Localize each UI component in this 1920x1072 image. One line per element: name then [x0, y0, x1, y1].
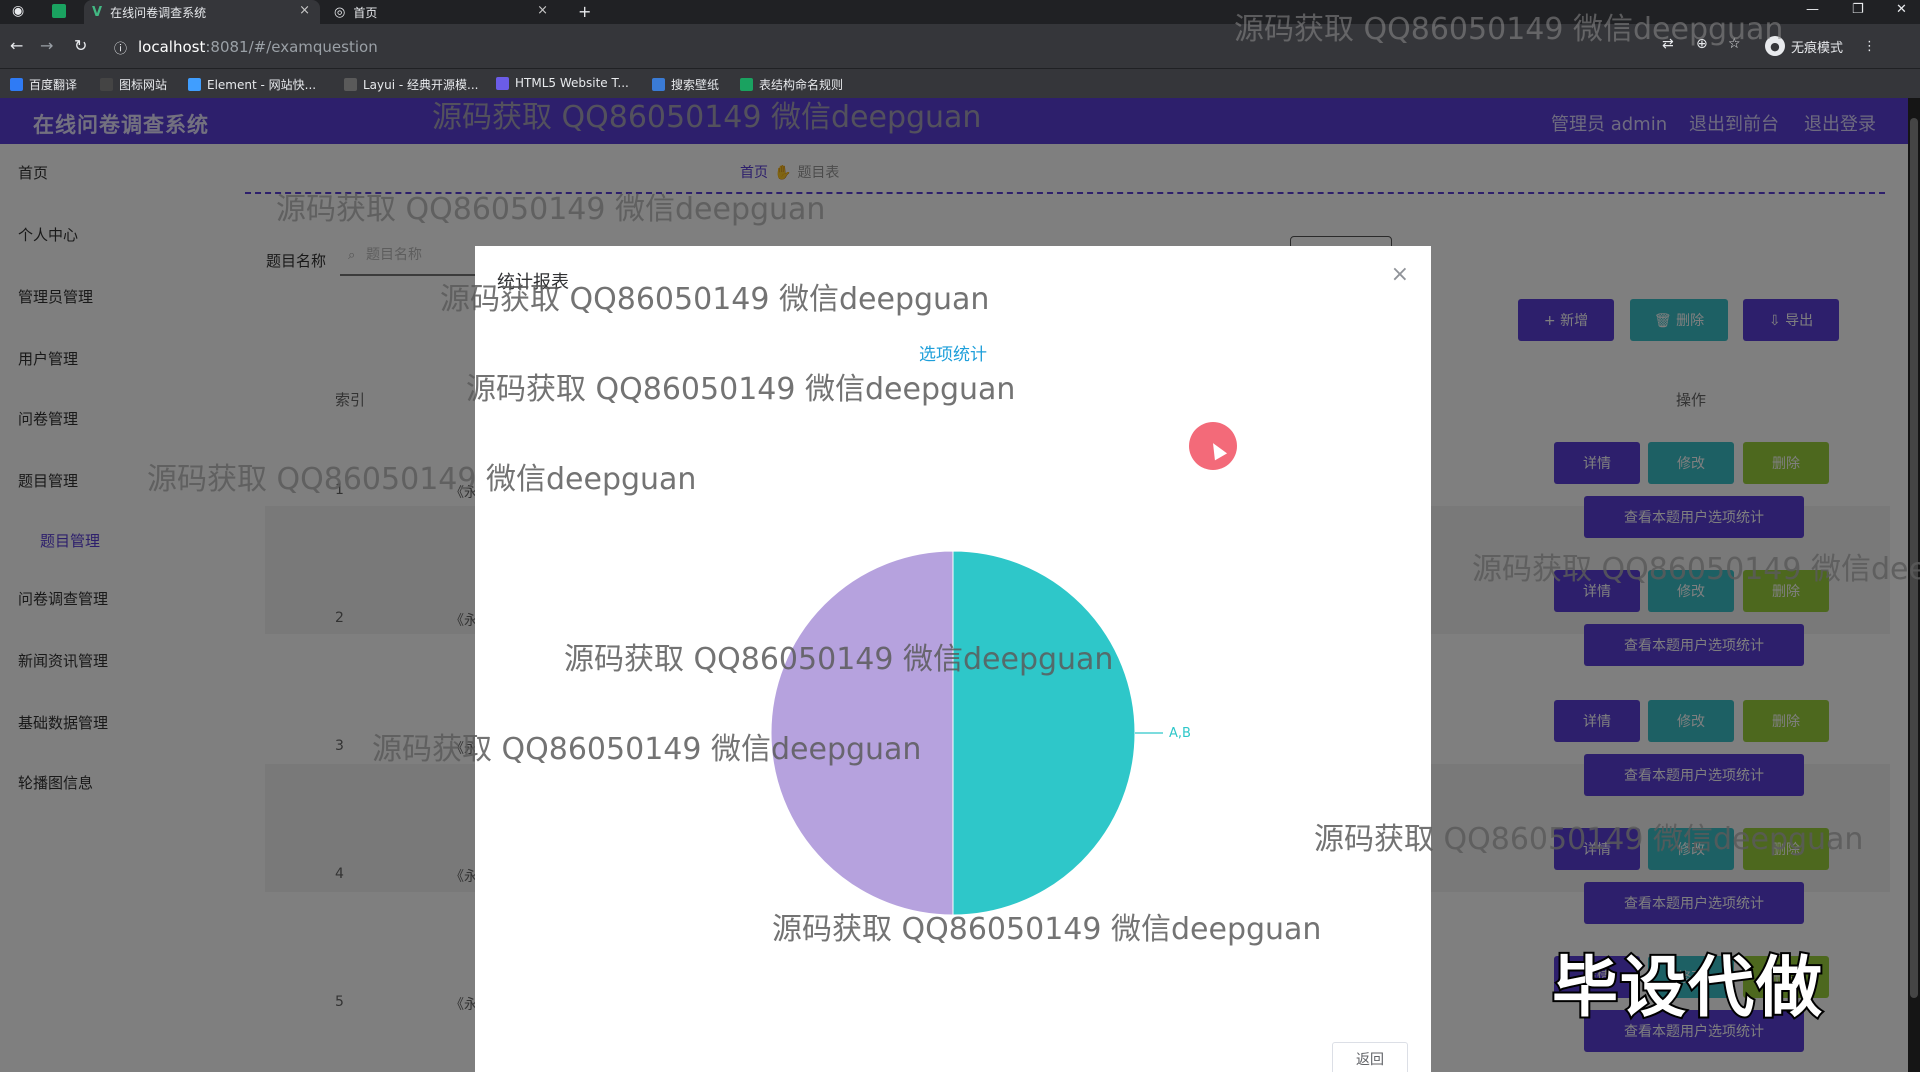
- minimize-icon[interactable]: —: [1806, 2, 1819, 17]
- pinned-tab-icon[interactable]: [52, 4, 66, 18]
- watermark-text: 源码获取 QQ86050149 微信deepguan: [1234, 12, 1784, 47]
- pie-slice-label: A,B: [1169, 726, 1191, 741]
- bookmark-icon: [188, 78, 201, 91]
- bookmark-icon: [344, 78, 357, 91]
- url-field[interactable]: localhost:8081/#/examquestion: [138, 38, 378, 56]
- watermark-text: 源码获取 QQ86050149 微信deepguan: [1472, 552, 1920, 587]
- bookmark-icon: [10, 78, 23, 91]
- url-host: localhost: [138, 38, 206, 56]
- bookmark-item[interactable]: Layui - 经典开源模...: [344, 76, 478, 93]
- vue-icon: V: [92, 4, 103, 20]
- bookmark-item[interactable]: 表结构命名规则: [740, 76, 843, 93]
- tab-home[interactable]: ◎ 首页 ×: [326, 0, 558, 24]
- back-button[interactable]: 返回: [1332, 1042, 1408, 1072]
- promo-banner-text: 毕设代做: [1550, 947, 1824, 1028]
- tab-close-icon[interactable]: ×: [299, 3, 310, 18]
- bookmark-icon: [740, 78, 753, 91]
- incognito-label: 无痕模式: [1790, 40, 1843, 56]
- bookmark-item[interactable]: 搜索壁纸: [652, 76, 719, 93]
- watermark-text: 源码获取 QQ86050149 微信deepguan: [1314, 822, 1864, 857]
- close-window-icon[interactable]: ✕: [1896, 2, 1907, 17]
- url-path: :8081/#/examquestion: [205, 38, 378, 56]
- bookmark-icon: [652, 78, 665, 91]
- watermark-text: 源码获取 QQ86050149 微信deepguan: [432, 100, 982, 135]
- back-icon[interactable]: ←: [10, 36, 23, 55]
- bookmark-label: Layui - 经典开源模...: [363, 78, 479, 92]
- globe-icon: ◎: [334, 4, 346, 20]
- watermark-text: 源码获取 QQ86050149 微信deepguan: [440, 282, 990, 317]
- watermark-text: 源码获取 QQ86050149 微信deepguan: [147, 462, 697, 497]
- watermark-text: 源码获取 QQ86050149 微信deepguan: [564, 642, 1114, 677]
- pie-slice[interactable]: [952, 550, 1136, 916]
- bookmark-label: 百度翻译: [29, 78, 78, 92]
- tab-title: 在线问卷调查系统: [110, 5, 207, 20]
- bookmark-icon: [496, 76, 509, 90]
- tab-title: 首页: [353, 5, 378, 20]
- menu-dots-icon[interactable]: ⋮: [1863, 39, 1876, 54]
- site-info-icon[interactable]: ⓘ: [114, 38, 127, 57]
- watermark-text: 源码获取 QQ86050149 微信deepguan: [772, 912, 1322, 947]
- bookmark-item[interactable]: 图标网站: [100, 76, 167, 93]
- bookmark-item[interactable]: HTML5 Website T...: [496, 76, 629, 90]
- new-tab-button[interactable]: +: [578, 2, 591, 21]
- forward-icon[interactable]: →: [40, 36, 53, 55]
- bookmark-item[interactable]: Element - 网站快...: [188, 76, 316, 93]
- bookmark-label: 图标网站: [119, 78, 168, 92]
- bookmark-label: Element - 网站快...: [207, 78, 317, 92]
- reload-icon[interactable]: ↻: [74, 36, 87, 55]
- bookmark-label: HTML5 Website T...: [515, 76, 629, 90]
- tab-survey-system[interactable]: V 在线问卷调查系统 ×: [84, 0, 320, 24]
- bookmark-label: 搜索壁纸: [671, 78, 720, 92]
- bookmark-item[interactable]: 百度翻译: [10, 76, 77, 93]
- bookmark-icon: [100, 78, 113, 91]
- watermark-text: 源码获取 QQ86050149 微信deepguan: [276, 192, 826, 227]
- bookmark-label: 表结构命名规则: [759, 78, 844, 92]
- browser-logo-icon: ◉: [12, 3, 25, 19]
- watermark-text: 源码获取 QQ86050149 微信deepguan: [466, 372, 1016, 407]
- watermark-text: 源码获取 QQ86050149 微信deepguan: [372, 732, 922, 767]
- restore-icon[interactable]: ❐: [1852, 2, 1864, 17]
- tab-close-icon[interactable]: ×: [537, 3, 548, 18]
